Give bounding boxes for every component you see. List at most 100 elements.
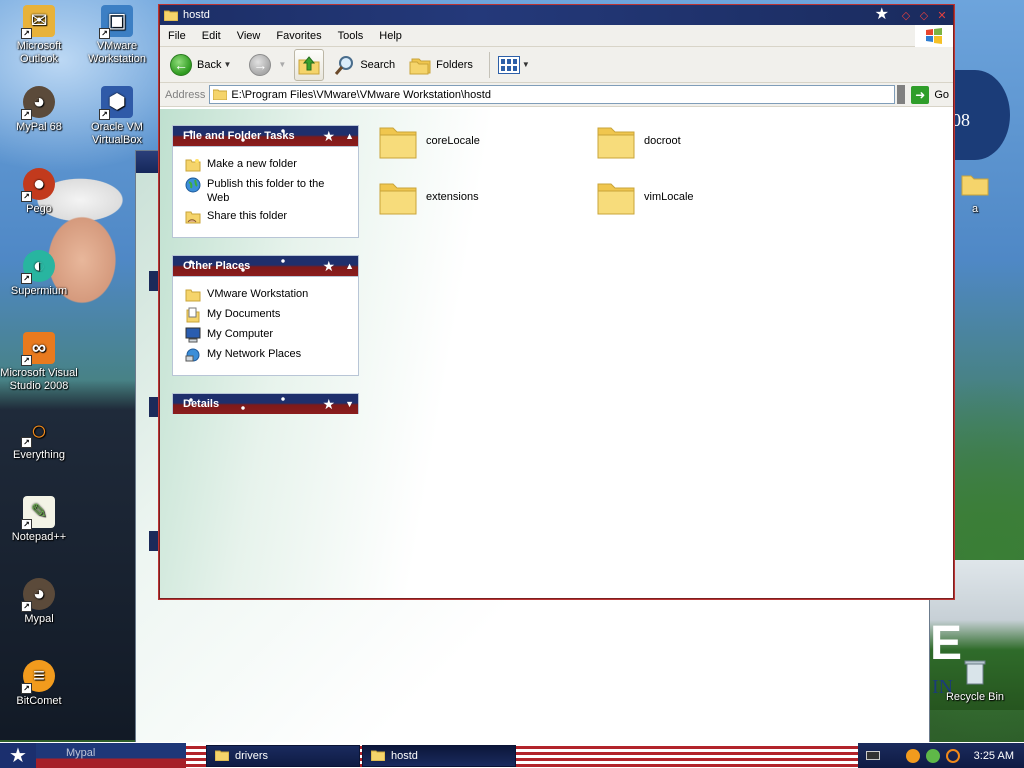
network-tray-icon[interactable] [925,748,940,763]
search-icon [335,55,354,75]
place-my-documents[interactable]: My Documents [185,307,348,323]
desktop-icon-virtualbox[interactable]: ⬢ ↗ Oracle VM VirtualBox [78,86,156,147]
expand-icon[interactable]: ▼ [345,399,354,409]
task-button-hostd[interactable]: hostd [362,744,516,767]
desktop-icon-outlook[interactable]: ✉ ↗ Microsoft Outlook [0,5,78,66]
folder-icon [597,183,635,215]
desktop-icon-mypal-68[interactable]: ◕ ↗ MyPal 68 [0,86,78,134]
my-computer-icon [185,327,201,343]
up-folder-button[interactable] [294,48,325,81]
place-vmware-workstation[interactable]: VMware Workstation [185,287,348,303]
desktop-icon-vmware[interactable]: ▣ ↗ VMware Workstation [78,5,156,66]
task-share-folder[interactable]: Share this folder [185,209,348,225]
task-publish-folder[interactable]: Publish this folder to the Web [185,177,348,205]
back-button[interactable]: ← Back ▼ [166,50,235,80]
desktop-icon-recycle-bin[interactable]: Recycle Bin [936,656,1014,704]
folders-icon [409,58,431,74]
file-tasks-group: File and Folder Tasks ★ ▲ Make a new fol… [172,125,359,238]
bitcomet-tray-icon[interactable] [905,748,920,763]
vmware-icon: ▣ ↗ [99,5,133,39]
standard-toolbar: ← Back ▼ → ▼ Search Folders ▼ [160,47,953,83]
desktop-icon-visual-studio[interactable]: ∞ ↗ Microsoft Visual Studio 2008 [0,332,78,393]
place-my-network-places[interactable]: My Network Places [185,347,348,363]
menu-bar: File Edit View Favorites Tools Help [160,25,953,47]
up-folder-icon [298,55,320,74]
folder-name: docroot [644,135,681,147]
task-make-new-folder[interactable]: Make a new folder [185,157,348,173]
file-tasks-header[interactable]: File and Folder Tasks ★ ▲ [172,125,359,146]
folder-icon [164,10,178,21]
folder-icon [379,183,417,215]
raccoon-icon: ◕ ↗ [21,86,55,120]
desktop-icon-pego[interactable]: ● ↗ Pego [0,168,78,216]
desktop-icon-everything[interactable]: ○ ↗ Everything [0,414,78,462]
other-places-header[interactable]: Other Places ★ ▲ [172,255,359,276]
raccoon-icon: ◕ ↗ [21,578,55,612]
forward-button[interactable]: → ▼ [245,50,290,80]
chevron-down-icon[interactable]: ▼ [278,60,286,69]
taskbar: ★ Mypal drivers hostd 3:25 AM [0,742,1024,768]
chevron-down-icon[interactable]: ▼ [522,60,530,69]
address-dropdown-button[interactable] [897,85,906,104]
collapse-icon[interactable]: ▲ [345,131,354,141]
folder-item[interactable]: docroot [596,117,806,165]
folders-button[interactable]: Folders [405,50,477,80]
folder-content: File and Folder Tasks ★ ▲ Make a new fol… [160,109,953,598]
desktop-icon-bitcomet[interactable]: ≡ ↗ BitComet [0,660,78,708]
back-label: Back [197,58,222,71]
outlook-icon: ✉ ↗ [21,5,55,39]
star-icon: ★ [322,128,336,144]
other-places-title: Other Places [183,260,251,272]
star-icon: ★ [874,6,889,23]
folder-icon [959,168,991,200]
menu-tools[interactable]: Tools [330,30,372,42]
visual-studio-icon: ∞ ↗ [21,332,55,366]
folder-icon [215,750,229,761]
window-titlebar[interactable]: hostd ★ ◇ ◇ ✕ [160,5,953,25]
folder-item[interactable]: extensions [378,173,588,221]
recycle-bin-icon [959,656,991,688]
globe-icon [185,177,201,193]
folders-label: Folders [436,58,473,71]
place-label: My Documents [207,308,281,320]
task-button-drivers[interactable]: drivers [206,744,360,767]
maximize-button[interactable]: ◇ [917,8,931,22]
star-icon: ★ [9,745,27,767]
views-button[interactable]: ▼ [494,55,534,74]
place-my-computer[interactable]: My Computer [185,327,348,343]
task-button-label: drivers [235,749,269,762]
details-title: Details [183,398,220,410]
menu-edit[interactable]: Edit [194,30,229,42]
collapse-icon[interactable]: ▲ [345,261,354,271]
folder-item[interactable]: coreLocale [378,117,588,165]
folder-icon [371,750,385,761]
go-button[interactable]: ➜ Go [911,85,949,104]
desktop-icon-mypal[interactable]: ◕ ↗ Mypal [0,578,78,626]
share-folder-icon [185,209,201,225]
minimize-button[interactable]: ◇ [899,8,913,22]
everything-tray-icon[interactable] [945,748,960,763]
menu-help[interactable]: Help [371,30,410,42]
close-button[interactable]: ✕ [935,8,949,22]
place-label: My Computer [207,328,274,340]
folder-item[interactable]: vimLocale [596,173,806,221]
menu-file[interactable]: File [160,30,194,42]
details-group: Details ★ ▼ [172,393,359,414]
search-button[interactable]: Search [330,50,399,80]
clock[interactable]: 3:25 AM [974,750,1014,762]
windows-logo-icon [915,25,953,47]
menu-view[interactable]: View [229,30,269,42]
chevron-down-icon[interactable]: ▼ [223,60,231,69]
start-button[interactable]: ★ [0,742,36,768]
address-input[interactable]: E:\Program Files\VMware\VMware Workstati… [209,85,896,104]
task-button-label: hostd [391,749,418,762]
details-header[interactable]: Details ★ ▼ [172,393,359,414]
keyboard-icon[interactable] [865,751,880,760]
menu-favorites[interactable]: Favorites [268,30,329,42]
desktop-icon-notepadpp[interactable]: ✎ ↗ Notepad++ [0,496,78,544]
desktop-icon-supermium[interactable]: ◐ ↗ Supermium [0,250,78,298]
go-arrow-icon: ➜ [911,85,930,104]
network-places-icon [185,347,201,363]
address-path: E:\Program Files\VMware\VMware Workstati… [231,88,491,101]
folder-name: vimLocale [644,191,694,203]
